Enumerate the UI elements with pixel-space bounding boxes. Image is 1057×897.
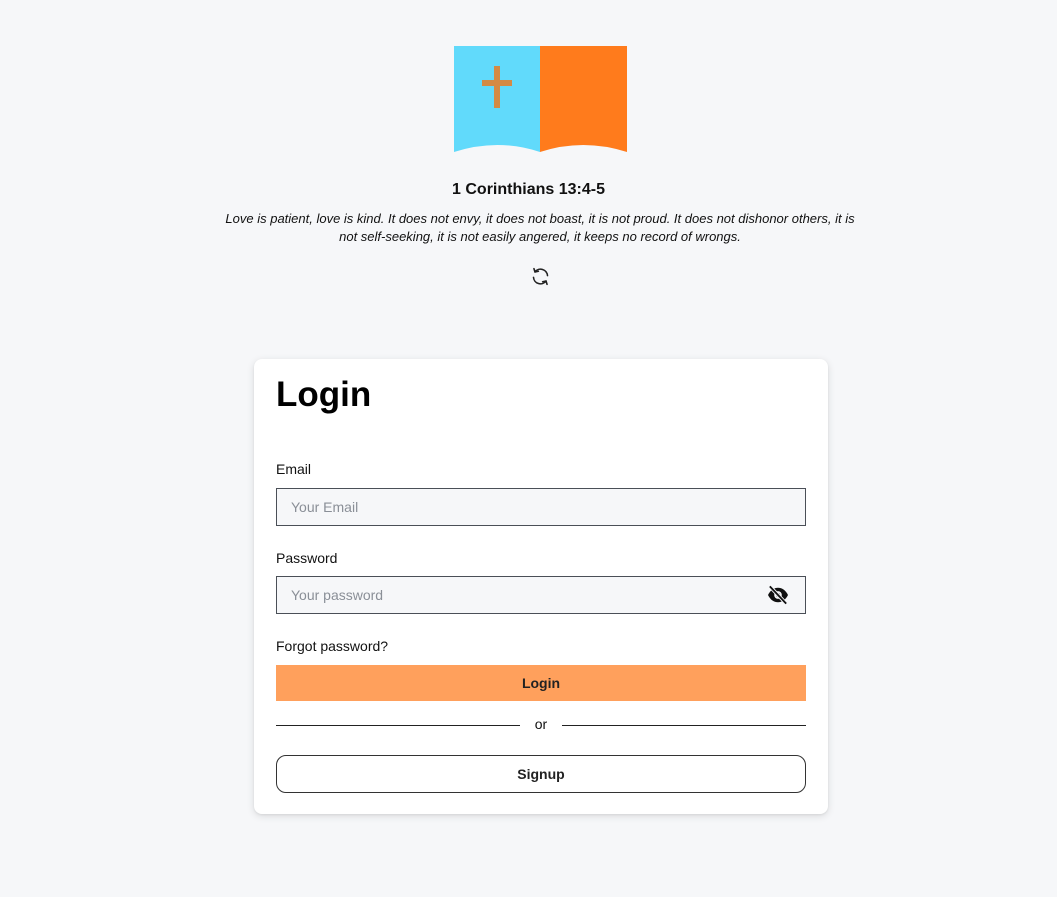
login-page: 1 Corinthians 13:4-5 Love is patient, lo…	[0, 0, 1057, 897]
signup-button[interactable]: Signup	[276, 755, 806, 793]
refresh-icon[interactable]	[530, 266, 551, 287]
divider-line-right	[562, 725, 806, 726]
verse-text: Love is patient, love is kind. It does n…	[225, 211, 855, 244]
email-field[interactable]	[277, 489, 805, 525]
password-label: Password	[276, 550, 338, 566]
forgot-password-link[interactable]: Forgot password?	[276, 638, 388, 654]
or-divider: or	[276, 715, 806, 735]
open-bible-cross-icon	[454, 46, 627, 152]
eye-off-icon[interactable]	[767, 585, 789, 605]
login-card: Login Email Password Forgot password? Lo…	[254, 359, 828, 814]
verse-reference: 1 Corinthians 13:4-5	[452, 181, 605, 198]
page-title: Login	[276, 375, 372, 414]
login-button[interactable]: Login	[276, 665, 806, 701]
email-label: Email	[276, 461, 312, 477]
email-field-box	[276, 488, 806, 526]
password-field-box	[276, 576, 806, 614]
divider-label: or	[534, 716, 548, 732]
password-field[interactable]	[277, 577, 805, 613]
